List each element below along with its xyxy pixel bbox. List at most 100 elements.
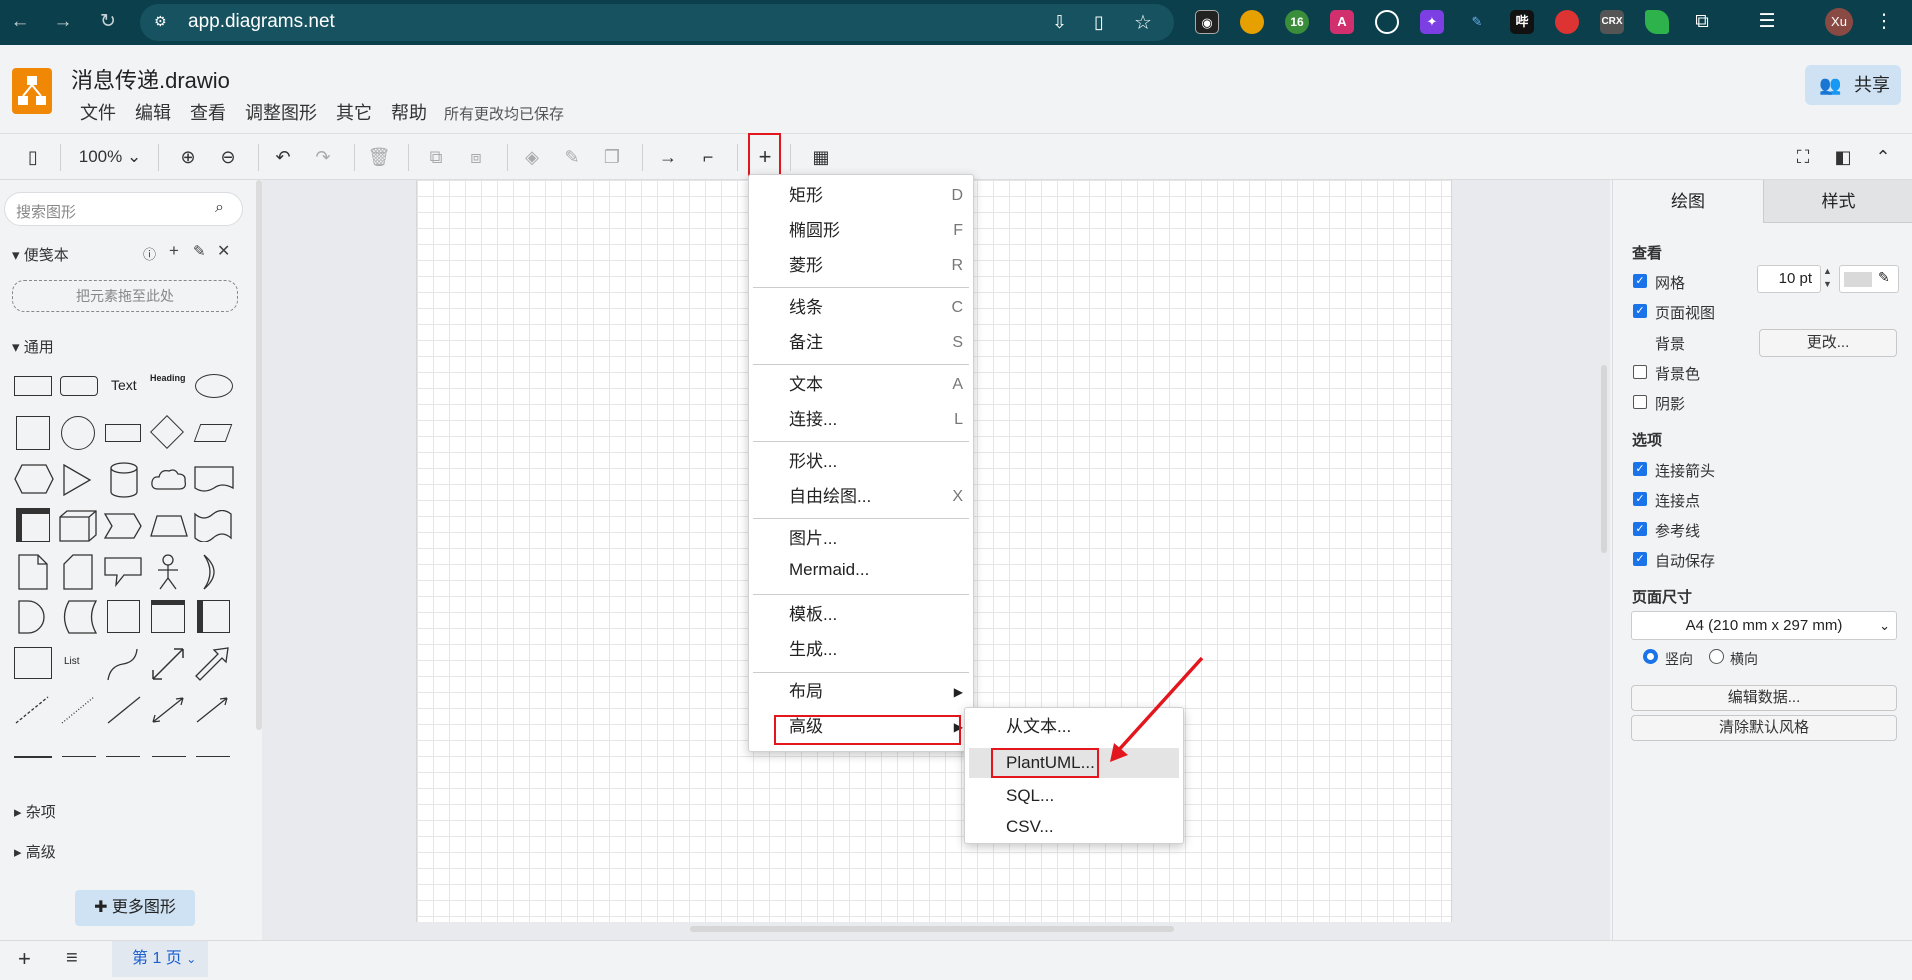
autosave-checkbox[interactable]: ✓ — [1633, 552, 1647, 566]
extension-icon[interactable] — [1555, 10, 1579, 34]
reload-icon[interactable]: ↻ — [96, 10, 120, 34]
card-shape[interactable] — [63, 554, 93, 594]
note-shape[interactable] — [18, 554, 48, 594]
canvas-horizontal-scrollbar[interactable] — [690, 926, 1174, 932]
grid-checkbox[interactable]: ✓ — [1633, 274, 1647, 288]
background-color-checkbox[interactable] — [1633, 365, 1647, 379]
thick-link-shape[interactable] — [14, 756, 52, 758]
menu-item-text[interactable]: 文本 A — [749, 368, 975, 402]
bidirectional-arrow-shape[interactable] — [150, 646, 186, 686]
connection-points-checkbox[interactable]: ✓ — [1633, 492, 1647, 506]
menu-extras[interactable]: 其它 — [336, 99, 372, 125]
extension-icon[interactable]: ◉ — [1195, 10, 1219, 34]
labeled-link-shape[interactable] — [152, 756, 186, 757]
zoom-in-icon[interactable]: ⊕ — [175, 145, 201, 169]
share-button[interactable]: 👥 共享 — [1805, 65, 1901, 105]
translate-extension-icon[interactable]: A — [1330, 10, 1354, 34]
menu-help[interactable]: 帮助 — [391, 99, 427, 125]
line-shape[interactable] — [106, 695, 142, 729]
paper-size-select[interactable]: A4 (210 mm x 297 mm) ⌄ — [1631, 611, 1897, 640]
clear-default-style-button[interactable]: 清除默认风格 — [1631, 715, 1897, 741]
fullscreen-icon[interactable]: ⛶ — [1790, 145, 1816, 169]
menu-edit[interactable]: 编辑 — [135, 99, 171, 125]
add-icon[interactable]: + — [169, 241, 179, 261]
menu-arrange[interactable]: 调整图形 — [245, 99, 317, 125]
connection-icon[interactable]: → — [655, 145, 681, 169]
callout-shape[interactable] — [104, 557, 142, 591]
circle-shape[interactable] — [61, 416, 95, 450]
tab-style[interactable]: 样式 — [1763, 180, 1912, 223]
guides-checkbox[interactable]: ✓ — [1633, 522, 1647, 536]
browser-menu-icon[interactable]: ⋮ — [1872, 10, 1896, 34]
undo-icon[interactable]: ↶ — [270, 145, 296, 169]
menu-item-mermaid[interactable]: Mermaid... — [749, 553, 975, 587]
rectangle-shape[interactable] — [14, 376, 52, 396]
back-icon[interactable]: ← — [8, 10, 32, 34]
internal-storage-shape[interactable] — [16, 508, 50, 542]
menu-item-ellipse[interactable]: 椭圆形 F — [749, 214, 975, 248]
extension-icon[interactable]: 哔 — [1510, 10, 1534, 34]
help-icon[interactable]: ⓘ — [143, 244, 156, 263]
list-shape[interactable]: List — [64, 656, 80, 667]
page-icon[interactable]: ▯ — [1094, 12, 1104, 33]
text-shape[interactable]: Text — [111, 377, 137, 393]
menu-item-rectangle[interactable]: 矩形 D — [749, 179, 975, 213]
eyedropper-icon[interactable]: ✎ — [1878, 269, 1890, 286]
swimlane-shape[interactable] — [151, 600, 185, 633]
grid-color-picker[interactable]: ✎ — [1839, 265, 1899, 293]
data-storage-shape[interactable] — [59, 600, 98, 638]
menu-item-rhombus[interactable]: 菱形 R — [749, 249, 975, 283]
scratchpad-dropzone[interactable]: 把元素拖至此处 — [12, 280, 238, 312]
pen-extension-icon[interactable]: ✎ — [1465, 10, 1489, 34]
extension-icon[interactable] — [1240, 10, 1264, 34]
table-icon[interactable]: ▦ — [808, 145, 834, 169]
tab-diagram[interactable]: 绘图 — [1613, 180, 1763, 223]
profile-avatar[interactable]: Xu — [1825, 8, 1853, 36]
delay-shape[interactable] — [18, 600, 48, 638]
menu-item-template[interactable]: 模板... — [749, 598, 975, 632]
cylinder-shape[interactable] — [110, 462, 138, 502]
bookmark-star-icon[interactable]: ☆ — [1134, 10, 1152, 35]
hexagon-shape[interactable] — [14, 464, 54, 498]
collapse-chevron-up-icon[interactable]: ⌃ — [1870, 145, 1896, 169]
labeled-link-shape[interactable] — [106, 756, 140, 757]
actor-shape[interactable] — [154, 554, 182, 594]
crx-extension-icon[interactable]: CRX — [1600, 10, 1624, 34]
or-shape[interactable] — [198, 554, 226, 594]
process-shape[interactable] — [105, 424, 141, 442]
menu-item-freehand[interactable]: 自由绘图... X — [749, 480, 975, 514]
canvas-vertical-scrollbar[interactable] — [1601, 365, 1607, 553]
square-shape[interactable] — [16, 416, 50, 450]
vertical-container-shape[interactable] — [197, 600, 230, 633]
menu-item-note[interactable]: 备注 S — [749, 326, 975, 360]
dotted-line-shape[interactable] — [60, 695, 96, 729]
menu-item-sql[interactable]: SQL... — [965, 779, 1183, 813]
waypoints-icon[interactable]: ⌐ — [695, 145, 721, 169]
page-tab-1[interactable]: 第 1 页 ⌄ — [112, 941, 208, 977]
format-panel-toggle-icon[interactable]: ▯ — [20, 145, 46, 169]
landscape-radio[interactable] — [1709, 649, 1724, 664]
document-title[interactable]: 消息传递.drawio — [71, 63, 230, 95]
link-with-box-shape[interactable] — [196, 756, 230, 757]
ellipse-shape[interactable] — [195, 374, 233, 398]
diamond-shape[interactable] — [150, 415, 184, 449]
menu-item-shapes[interactable]: 形状... — [749, 445, 975, 479]
extension-badge-icon[interactable]: 16 — [1285, 10, 1309, 34]
dashed-line-shape[interactable] — [14, 695, 50, 729]
menu-item-line[interactable]: 线条 C — [749, 291, 975, 325]
connection-arrows-checkbox[interactable]: ✓ — [1633, 462, 1647, 476]
general-header[interactable]: ▾ 通用 — [12, 336, 54, 357]
address-bar[interactable]: ⚙ app.diagrams.net ⇩ ▯ ☆ — [140, 4, 1174, 41]
search-icon[interactable]: ⌕ — [215, 199, 224, 217]
extensions-puzzle-icon[interactable]: ⧉ — [1690, 10, 1714, 34]
bidirectional-connector-shape[interactable] — [150, 695, 186, 729]
cloud-shape[interactable] — [150, 467, 188, 497]
change-background-button[interactable]: 更改... — [1759, 329, 1897, 357]
close-icon[interactable]: ✕ — [217, 241, 230, 261]
trapezoid-shape[interactable] — [150, 515, 188, 541]
pages-menu-icon[interactable]: ≡ — [66, 947, 78, 970]
misc-header[interactable]: ▸ 杂项 — [14, 801, 56, 822]
arrow-shape[interactable] — [194, 646, 230, 686]
curve-shape[interactable] — [106, 646, 140, 686]
tape-shape[interactable] — [194, 509, 232, 546]
